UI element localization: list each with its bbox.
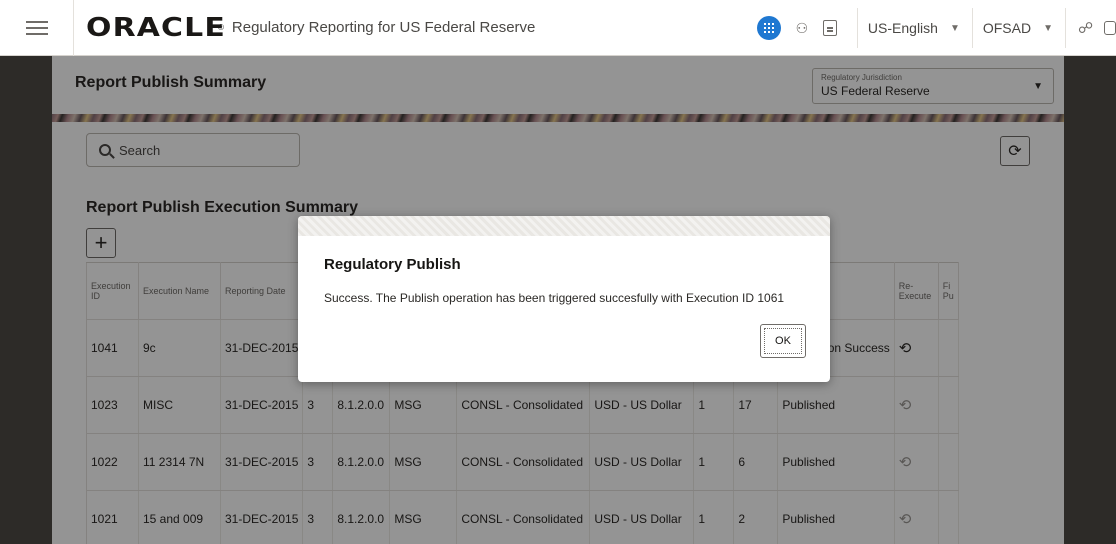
box-icon[interactable] [1104,21,1116,35]
dialog-header-texture [298,216,830,236]
brand-wordmark: ORACLE [86,12,226,43]
regulatory-publish-dialog: Regulatory Publish Success. The Publish … [298,216,830,382]
user-menu[interactable]: OFSAD ▼ [973,8,1065,48]
top-bar: ORACLE ® Regulatory Reporting for US Fed… [0,0,1116,56]
app-title: Regulatory Reporting for US Federal Rese… [231,19,536,36]
dialog-message: Success. The Publish operation has been … [324,291,785,305]
document-icon[interactable] [822,20,837,36]
user-name: OFSAD [982,20,1032,36]
chevron-down-icon: ▼ [949,22,960,34]
menu-icon[interactable] [0,0,74,56]
org-icon[interactable]: ☍ [1078,19,1096,37]
language-select[interactable]: US-English ▼ [858,8,972,48]
apps-icon[interactable] [756,16,781,40]
oracle-logo: ORACLE ® [86,13,225,43]
language-value: US-English [867,20,938,36]
dialog-title: Regulatory Publish [324,256,461,273]
ok-button[interactable]: OK [760,324,806,358]
chevron-down-icon: ▼ [1043,22,1053,34]
user-icon[interactable]: ⚇ [793,19,811,37]
